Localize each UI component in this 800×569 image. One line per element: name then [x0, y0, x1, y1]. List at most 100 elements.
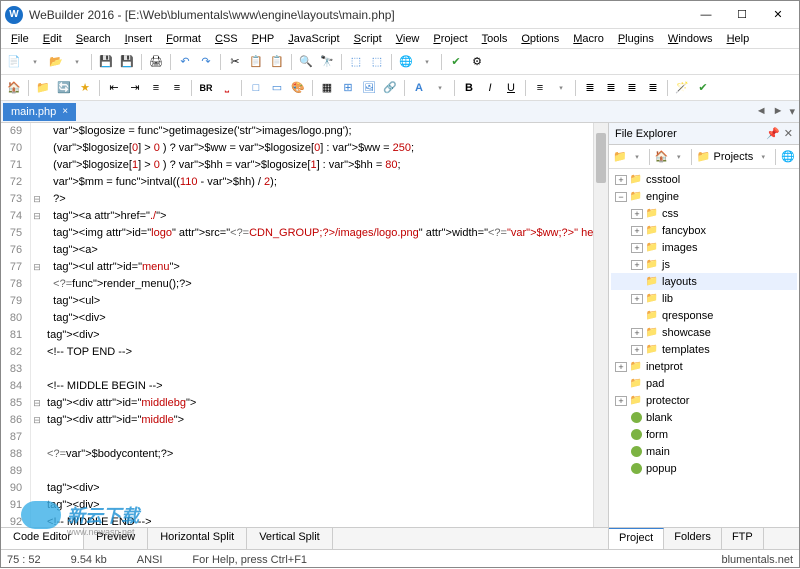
tag-icon[interactable]: ▭: [268, 79, 286, 97]
underline-button[interactable]: U: [502, 79, 520, 97]
tree-item-layouts[interactable]: 📁layouts: [611, 273, 797, 290]
expand-icon[interactable]: +: [631, 345, 643, 355]
dropdown-icon[interactable]: ▾: [68, 53, 86, 71]
align-icon[interactable]: ≣: [644, 79, 662, 97]
menu-options[interactable]: Options: [515, 31, 565, 47]
menu-edit[interactable]: Edit: [37, 31, 68, 47]
menu-format[interactable]: Format: [160, 31, 207, 47]
editor-tab-code-editor[interactable]: Code Editor: [1, 528, 84, 549]
dropdown-icon[interactable]: ▾: [756, 148, 770, 166]
tree-item-csstool[interactable]: +📁csstool: [611, 171, 797, 188]
undo-icon[interactable]: ↶: [176, 53, 194, 71]
menu-script[interactable]: Script: [348, 31, 388, 47]
menu-php[interactable]: PHP: [246, 31, 281, 47]
copy-icon[interactable]: 📋: [247, 53, 265, 71]
menu-view[interactable]: View: [390, 31, 426, 47]
expand-icon[interactable]: −: [615, 192, 627, 202]
tree-item-templates[interactable]: +📁templates: [611, 341, 797, 358]
globe-icon[interactable]: 🌐: [781, 148, 795, 166]
menu-macro[interactable]: Macro: [567, 31, 610, 47]
form-icon[interactable]: ▦: [318, 79, 336, 97]
home-icon[interactable]: 🏠: [5, 79, 23, 97]
dropdown-icon[interactable]: ▾: [418, 53, 436, 71]
editor-tab-vertical-split[interactable]: Vertical Split: [247, 528, 333, 549]
save-all-icon[interactable]: 💾: [118, 53, 136, 71]
wand-icon[interactable]: 🪄: [673, 79, 691, 97]
code-editor[interactable]: 6970717273747576777879808182838485868788…: [1, 123, 608, 527]
align-icon[interactable]: ≣: [581, 79, 599, 97]
redo-icon[interactable]: ↷: [197, 53, 215, 71]
validate-icon[interactable]: ✔: [447, 53, 465, 71]
explorer-tab-folders[interactable]: Folders: [664, 528, 722, 549]
file-tree[interactable]: +📁csstool−📁engine+📁css+📁fancybox+📁images…: [609, 169, 799, 527]
tree-item-inetprot[interactable]: +📁inetprot: [611, 358, 797, 375]
bold-button[interactable]: B: [460, 79, 478, 97]
prev-tab-icon[interactable]: ◄: [756, 105, 767, 118]
cut-icon[interactable]: ✂: [226, 53, 244, 71]
refresh-icon[interactable]: 🔄: [55, 79, 73, 97]
close-panel-icon[interactable]: ✕: [784, 127, 793, 140]
align-left-icon[interactable]: ≡: [531, 79, 549, 97]
tree-item-pad[interactable]: 📁pad: [611, 375, 797, 392]
editor-tab-preview[interactable]: Preview: [84, 528, 148, 549]
italic-button[interactable]: I: [481, 79, 499, 97]
tag-icon[interactable]: □: [247, 79, 265, 97]
list-icon[interactable]: ≡: [147, 79, 165, 97]
expand-icon[interactable]: +: [631, 328, 643, 338]
tree-item-images[interactable]: +📁images: [611, 239, 797, 256]
expand-icon[interactable]: +: [631, 226, 643, 236]
print-icon[interactable]: 🖨: [147, 53, 165, 71]
browser-icon[interactable]: 🌐: [397, 53, 415, 71]
table-icon[interactable]: ⊞: [339, 79, 357, 97]
align-icon[interactable]: ≣: [602, 79, 620, 97]
tree-item-popup[interactable]: popup: [611, 460, 797, 477]
maximize-button[interactable]: ☐: [725, 4, 759, 26]
explorer-tab-ftp[interactable]: FTP: [722, 528, 764, 549]
tree-item-qresponse[interactable]: 📁qresponse: [611, 307, 797, 324]
link-icon[interactable]: 🔗: [381, 79, 399, 97]
new-folder-icon[interactable]: 📁: [613, 148, 627, 166]
projects-icon[interactable]: 📁: [697, 148, 711, 166]
settings-icon[interactable]: ⚙: [468, 53, 486, 71]
next-tab-icon[interactable]: ►: [773, 105, 784, 118]
indent-right-icon[interactable]: ⇥: [126, 79, 144, 97]
expand-icon[interactable]: +: [631, 294, 643, 304]
paste-icon[interactable]: 📋: [268, 53, 286, 71]
expand-icon[interactable]: +: [615, 175, 627, 185]
pin-icon[interactable]: 📌: [766, 127, 780, 140]
expand-icon[interactable]: +: [615, 396, 627, 406]
color-icon[interactable]: 🎨: [289, 79, 307, 97]
check-icon[interactable]: ✔: [694, 79, 712, 97]
menu-windows[interactable]: Windows: [662, 31, 719, 47]
font-icon[interactable]: A: [410, 79, 428, 97]
dropdown-icon[interactable]: ▾: [552, 79, 570, 97]
minimize-button[interactable]: —: [689, 4, 723, 26]
tree-item-showcase[interactable]: +📁showcase: [611, 324, 797, 341]
binoculars-icon[interactable]: 🔭: [318, 53, 336, 71]
expand-icon[interactable]: +: [615, 362, 627, 372]
dropdown-icon[interactable]: ▾: [26, 53, 44, 71]
expand-icon[interactable]: +: [631, 260, 643, 270]
home-icon[interactable]: 🏠: [655, 148, 669, 166]
tree-item-js[interactable]: +📁js: [611, 256, 797, 273]
indent-left-icon[interactable]: ⇤: [105, 79, 123, 97]
menu-javascript[interactable]: JavaScript: [282, 31, 345, 47]
dropdown-icon[interactable]: ▾: [431, 79, 449, 97]
menu-search[interactable]: Search: [70, 31, 117, 47]
tab-menu-icon[interactable]: ▾: [789, 105, 795, 118]
new-file-icon[interactable]: 📄: [5, 53, 23, 71]
folder-icon[interactable]: 📁: [34, 79, 52, 97]
tree-item-css[interactable]: +📁css: [611, 205, 797, 222]
dropdown-icon[interactable]: ▾: [630, 148, 644, 166]
tree-item-form[interactable]: form: [611, 426, 797, 443]
menu-tools[interactable]: Tools: [476, 31, 514, 47]
expand-icon[interactable]: +: [631, 243, 643, 253]
menu-help[interactable]: Help: [721, 31, 756, 47]
menu-project[interactable]: Project: [427, 31, 473, 47]
tree-item-engine[interactable]: −📁engine: [611, 188, 797, 205]
fold-column[interactable]: ⊟⊟⊟⊟⊟: [31, 123, 43, 527]
close-button[interactable]: ✕: [761, 4, 795, 26]
expand-icon[interactable]: +: [631, 209, 643, 219]
tab-close-icon[interactable]: ×: [62, 106, 68, 117]
open-icon[interactable]: 📂: [47, 53, 65, 71]
